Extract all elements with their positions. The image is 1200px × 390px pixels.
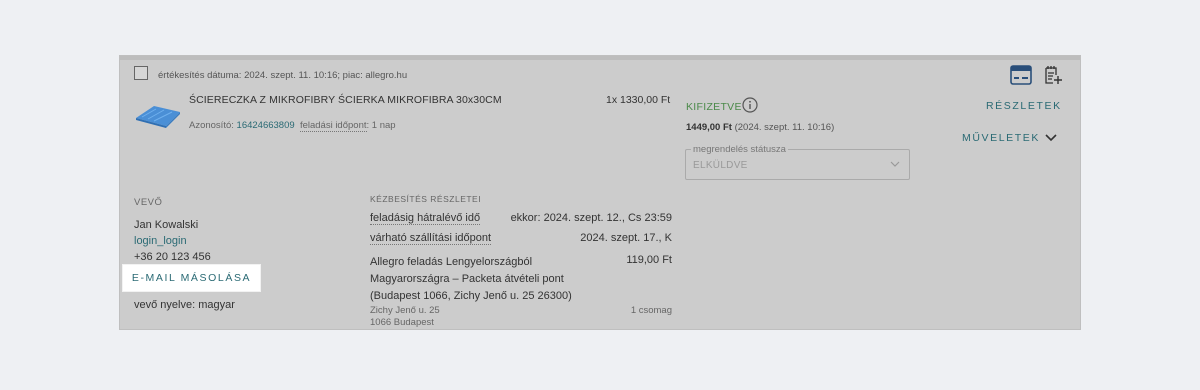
dispatch-time-value: : 1 nap (366, 120, 396, 131)
buyer-language: vevő nyelve: magyar (134, 299, 235, 311)
order-id-label: Azonosító: (189, 120, 234, 131)
pickup-address-line2: 1066 Budapest (370, 317, 434, 328)
pickup-address-line1: Zichy Jenő u. 25 (370, 305, 440, 316)
chevron-down-icon[interactable] (1045, 134, 1057, 142)
product-title[interactable]: ŚCIERECZKA Z MIKROFIBRY ŚCIERKA MIKROFIB… (189, 94, 502, 106)
buyer-name: Jan Kowalski (134, 219, 199, 231)
payment-total: 1449,00 Ft (2024. szept. 11. 10:16) (686, 122, 834, 133)
invoice-icon[interactable] (1010, 65, 1032, 85)
order-status-value: ELKÜLDVE (693, 160, 748, 171)
info-icon[interactable] (742, 97, 758, 113)
payment-status: KIFIZETVE (686, 101, 742, 113)
order-id-link[interactable]: 16424663809 (237, 120, 295, 131)
details-link[interactable]: RÉSZLETEK (986, 100, 1062, 112)
dispatch-time-label[interactable]: feladási időpont (299, 120, 367, 132)
shipping-price: 119,00 Ft (626, 254, 672, 266)
card-top-border (120, 56, 1080, 60)
payment-total-amount: 1449,00 Ft (686, 122, 732, 133)
shipping-heading: KÉZBESÍTÉS RÉSZLETEI (370, 194, 482, 204)
order-card: értékesítés dátuma: 2024. szept. 11. 10:… (119, 55, 1081, 330)
package-count: 1 csomag (630, 305, 672, 316)
buyer-login-link[interactable]: login_login (134, 235, 187, 247)
product-thumbnail[interactable] (132, 100, 184, 132)
dispatch-deadline-label[interactable]: feladásig hátralévő idő (370, 212, 481, 225)
expected-delivery-label[interactable]: várható szállítási időpont (370, 232, 492, 245)
shipping-method: Allegro feladás Lengyelországból Magyaro… (370, 256, 572, 302)
quantity-price: 1x 1330,00 Ft (606, 94, 671, 106)
chevron-down-icon[interactable] (890, 160, 900, 168)
buyer-phone: +36 20 123 456 (134, 251, 211, 263)
note-icon[interactable] (1043, 65, 1063, 85)
buyer-heading: VEVŐ (134, 197, 163, 208)
actions-link[interactable]: MŰVELETEK (962, 132, 1040, 144)
expected-delivery-value: 2024. szept. 17., K (580, 232, 672, 244)
sale-date-label: értékesítés dátuma: (158, 70, 242, 81)
order-select-checkbox[interactable] (134, 66, 148, 80)
order-status-legend: megrendelés státusza (691, 144, 788, 155)
order-id-row: Azonosító: 16424663809 feladási időpont:… (189, 120, 396, 132)
sale-date-value: 2024. szept. 11. 10:16; piac: allegro.hu (244, 70, 408, 81)
dispatch-deadline-value: ekkor: 2024. szept. 12., Cs 23:59 (510, 212, 672, 224)
payment-date: (2024. szept. 11. 10:16) (734, 122, 835, 133)
pickup-address: Zichy Jenő u. 25 1066 Budapest (370, 305, 440, 329)
copy-email-button[interactable]: E-MAIL MÁSOLÁSA (123, 265, 260, 291)
sale-date: értékesítés dátuma: 2024. szept. 11. 10:… (158, 70, 407, 81)
